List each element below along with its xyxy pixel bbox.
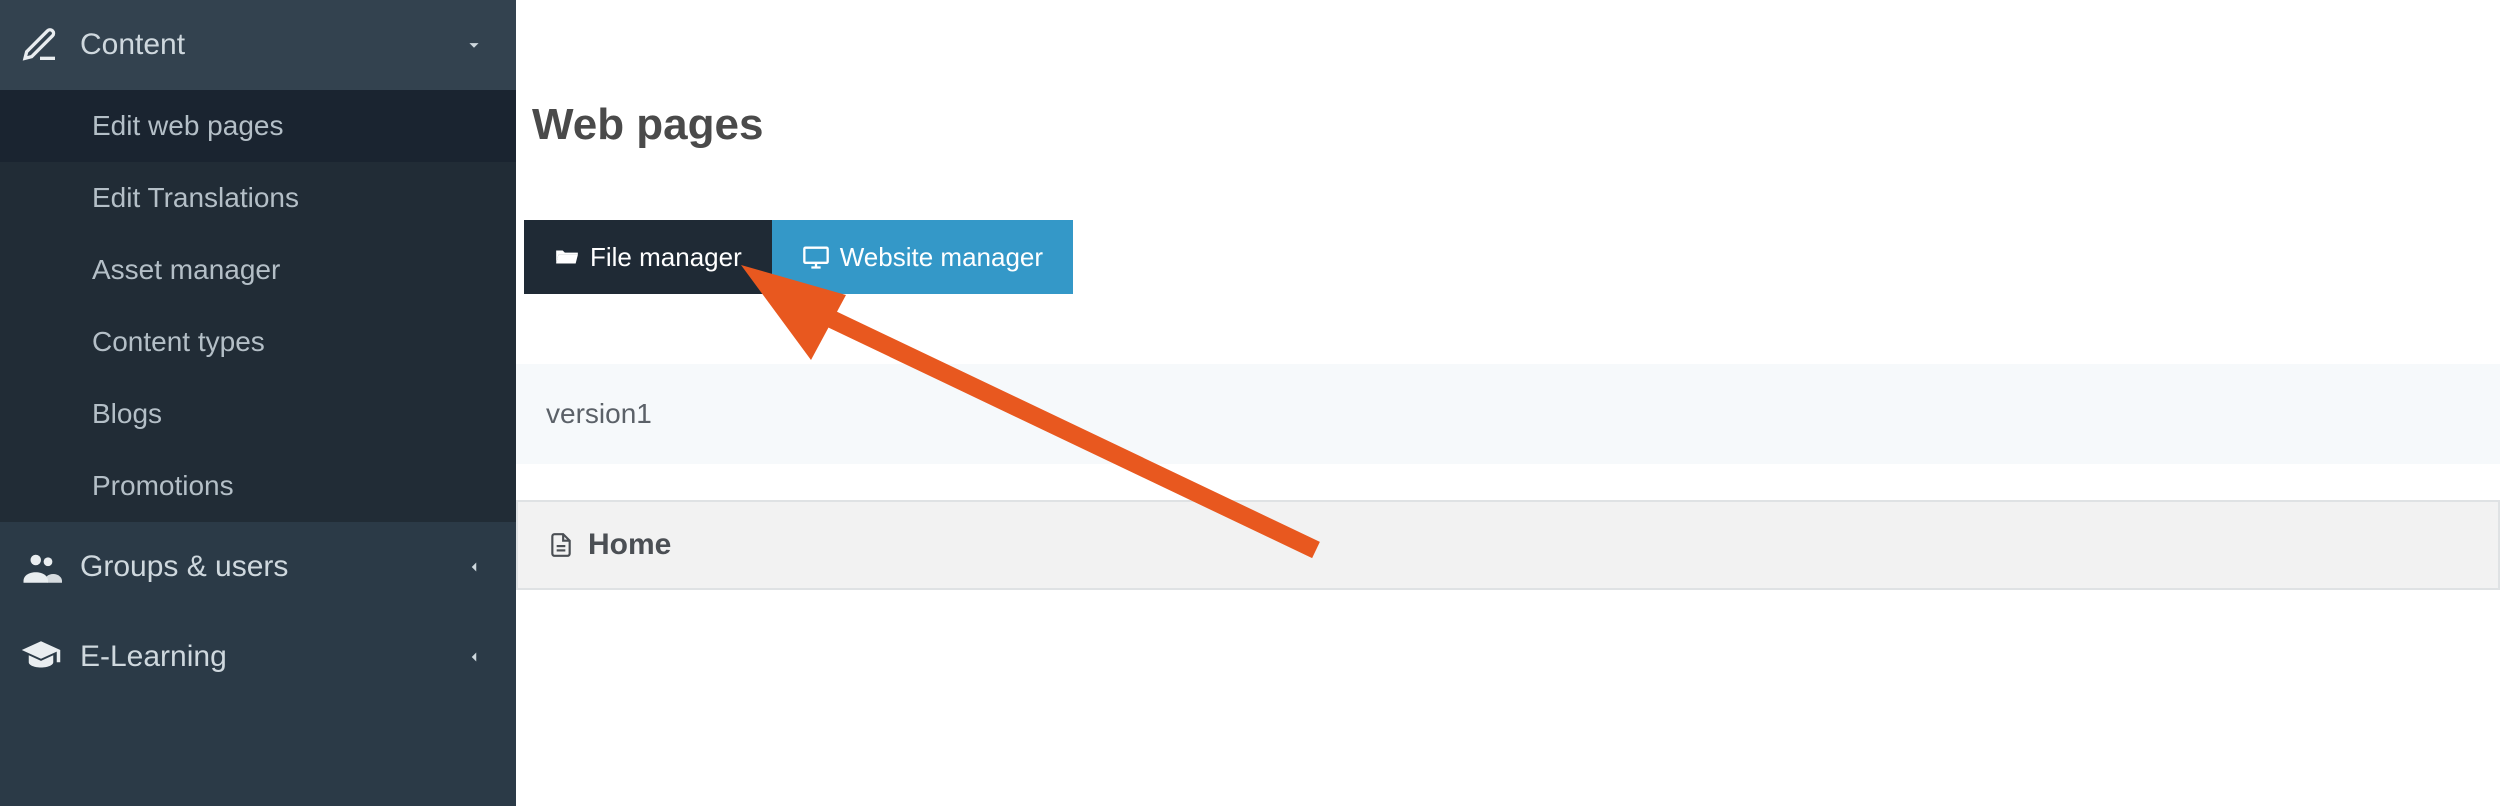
button-label: Website manager (840, 242, 1043, 273)
main-content: Web pages File manager Website manager (516, 0, 2500, 806)
edit-icon (20, 25, 80, 65)
sidebar-submenu-content: Edit web pages Edit Translations Asset m… (0, 90, 516, 522)
sidebar-item-label: Content types (92, 326, 265, 358)
sidebar-section-label: E-Learning (80, 640, 462, 674)
version-row[interactable]: version1 (516, 364, 2500, 464)
sidebar-item-content-types[interactable]: Content types (0, 306, 516, 378)
sidebar-item-label: Edit web pages (92, 110, 283, 142)
button-label: File manager (590, 242, 742, 273)
chevron-left-icon (462, 648, 486, 666)
sidebar-item-promotions[interactable]: Promotions (0, 450, 516, 522)
website-manager-button[interactable]: Website manager (772, 220, 1073, 294)
home-row[interactable]: Home (516, 500, 2500, 590)
sidebar-item-label: Blogs (92, 398, 162, 430)
sidebar-section-content[interactable]: Content (0, 0, 516, 90)
document-icon (548, 532, 574, 558)
file-manager-button[interactable]: File manager (524, 220, 772, 294)
sidebar-section-groups-users[interactable]: Groups & users (0, 522, 516, 612)
graduation-cap-icon (20, 636, 80, 678)
sidebar-item-edit-translations[interactable]: Edit Translations (0, 162, 516, 234)
chevron-left-icon (462, 558, 486, 576)
toolbar: File manager Website manager (524, 220, 2500, 294)
page-title: Web pages (524, 100, 2500, 150)
home-label: Home (588, 528, 671, 562)
sidebar-item-label: Asset manager (92, 254, 280, 286)
sidebar-item-label: Promotions (92, 470, 234, 502)
folder-open-icon (554, 244, 580, 270)
sidebar-item-label: Edit Translations (92, 182, 299, 214)
users-icon (20, 546, 80, 588)
sidebar: Content Edit web pages Edit Translations… (0, 0, 516, 806)
version-label: version1 (546, 398, 652, 429)
sidebar-section-elearning[interactable]: E-Learning (0, 612, 516, 702)
sidebar-item-edit-web-pages[interactable]: Edit web pages (0, 90, 516, 162)
sidebar-item-blogs[interactable]: Blogs (0, 378, 516, 450)
monitor-icon (802, 243, 830, 271)
chevron-down-icon (462, 34, 486, 56)
sidebar-item-asset-manager[interactable]: Asset manager (0, 234, 516, 306)
sidebar-section-label: Content (80, 28, 462, 62)
sidebar-section-label: Groups & users (80, 550, 462, 584)
